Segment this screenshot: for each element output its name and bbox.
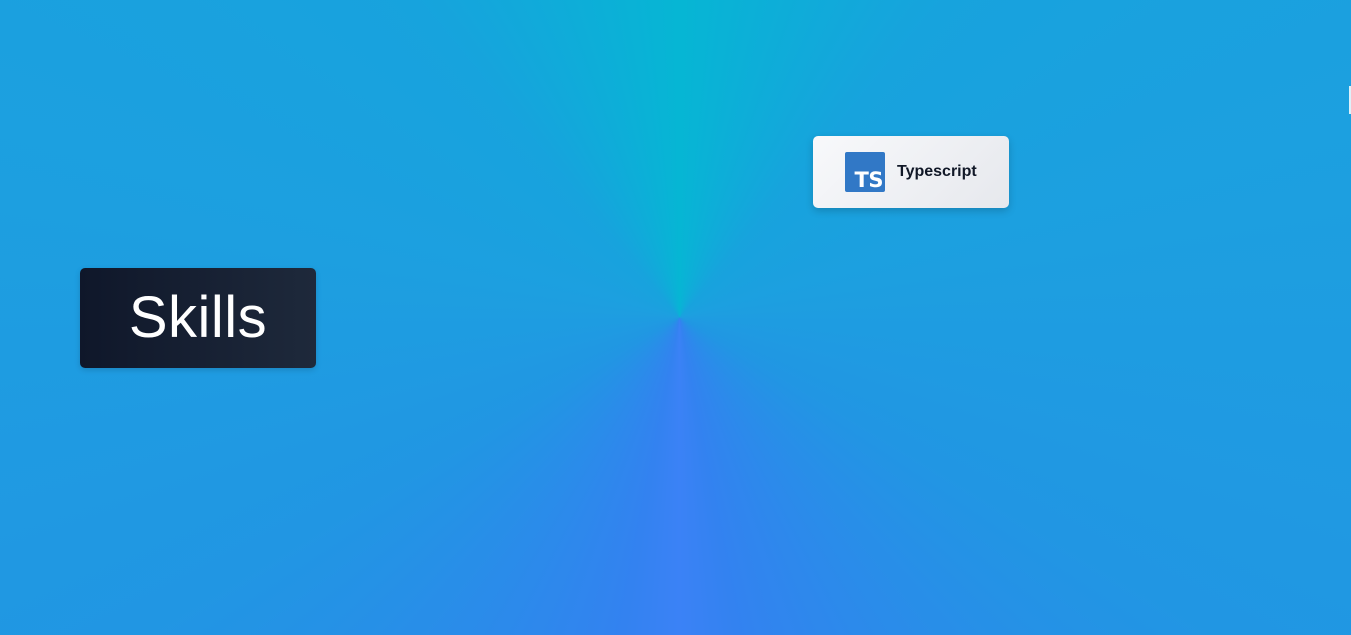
typescript-logo-text: TS bbox=[854, 168, 884, 192]
section-title: Skills bbox=[128, 285, 268, 350]
typescript-icon: TS bbox=[845, 152, 885, 192]
section-title-badge: Skills bbox=[80, 268, 316, 368]
skills-section: Skills TS Typescript bbox=[0, 0, 1351, 635]
skill-label: Typescript bbox=[897, 163, 977, 180]
skill-card-typescript[interactable]: TS Typescript bbox=[813, 136, 1009, 208]
